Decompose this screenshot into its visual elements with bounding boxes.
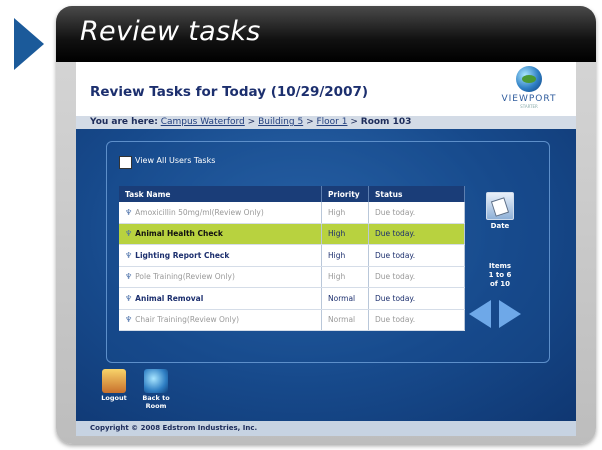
column-header-status[interactable]: Status bbox=[368, 186, 465, 202]
app-window: Review tasks Review Tasks for Today (10/… bbox=[56, 6, 596, 444]
task-name: Chair Training(Review Only) bbox=[135, 315, 240, 325]
breadcrumb-separator: > bbox=[247, 117, 256, 127]
view-all-users-checkbox[interactable] bbox=[119, 156, 132, 169]
back-label-line1: Back to bbox=[142, 394, 170, 402]
back-to-room-button[interactable]: Back to Room bbox=[136, 369, 176, 410]
globe-icon bbox=[144, 369, 168, 393]
tasks-panel: View All Users Tasks Task Name Priority … bbox=[106, 141, 550, 363]
task-name-cell: ♆ Pole Training(Review Only) bbox=[119, 266, 322, 288]
task-name-cell: ♆ Animal Health Check bbox=[119, 223, 322, 245]
items-total: of 10 bbox=[489, 280, 511, 288]
logout-icon bbox=[102, 369, 126, 393]
task-name-cell: ♆ Animal Removal bbox=[119, 287, 322, 310]
copyright-text: Copyright © 2008 Edstrom Industries, Inc… bbox=[90, 424, 258, 432]
app-screen: Review Tasks for Today (10/29/2007) VIEW… bbox=[76, 62, 576, 436]
task-icon: ♆ bbox=[125, 293, 133, 303]
breadcrumb-label: You are here: bbox=[90, 117, 158, 127]
next-page-arrow-icon[interactable] bbox=[499, 300, 521, 328]
task-name: Animal Health Check bbox=[135, 229, 223, 239]
breadcrumb-container: You are here: Campus Waterford > Buildin… bbox=[90, 117, 411, 127]
priority-cell: High bbox=[321, 202, 369, 224]
task-icon: ♆ bbox=[125, 207, 133, 217]
task-name: Pole Training(Review Only) bbox=[135, 272, 235, 282]
table-row[interactable]: ♆ Amoxicillin 50mg/ml(Review Only) High D… bbox=[119, 202, 465, 224]
task-name: Lighting Report Check bbox=[135, 250, 230, 260]
task-icon: ♆ bbox=[125, 272, 133, 282]
task-name-cell: ♆ Amoxicillin 50mg/ml(Review Only) bbox=[119, 202, 322, 224]
table-header-row: Task Name Priority Status bbox=[119, 186, 465, 202]
breadcrumb-building-link[interactable]: Building 5 bbox=[258, 117, 303, 127]
task-icon: ♆ bbox=[125, 229, 133, 239]
title-bar: Review tasks bbox=[56, 6, 596, 62]
priority-cell: High bbox=[321, 244, 369, 267]
column-header-task-name[interactable]: Task Name bbox=[119, 186, 322, 202]
table-row[interactable]: ♆ Pole Training(Review Only) High Due tod… bbox=[119, 266, 465, 288]
table-row[interactable]: ♆ Lighting Report Check High Due today. bbox=[119, 244, 465, 267]
date-sort-button[interactable]: Date bbox=[481, 192, 519, 230]
status-cell: Due today. bbox=[368, 202, 465, 224]
page-header: Review Tasks for Today (10/29/2007) VIEW… bbox=[76, 62, 576, 118]
column-header-priority[interactable]: Priority bbox=[321, 186, 369, 202]
table-row-selected[interactable]: ♆ Animal Health Check High Due today. bbox=[119, 223, 465, 245]
logo-wordmark: VIEWPORT bbox=[501, 94, 557, 104]
logout-label: Logout bbox=[101, 394, 127, 402]
breadcrumb-current-room: Room 103 bbox=[360, 117, 412, 127]
logo-tagline: STARTER bbox=[520, 104, 538, 109]
page-title: Review Tasks for Today (10/29/2007) bbox=[90, 84, 369, 100]
breadcrumb-floor-link[interactable]: Floor 1 bbox=[316, 117, 347, 127]
table-row[interactable]: ♆ Chair Training(Review Only) Normal Due … bbox=[119, 309, 465, 331]
breadcrumb-separator: > bbox=[350, 117, 358, 127]
logout-button[interactable]: Logout bbox=[94, 369, 134, 402]
status-cell: Due today. bbox=[368, 266, 465, 288]
table-row[interactable]: ♆ Animal Removal Normal Due today. bbox=[119, 287, 465, 310]
main-content: View All Users Tasks Task Name Priority … bbox=[76, 129, 576, 421]
items-line: Items bbox=[488, 262, 512, 270]
status-cell: Due today. bbox=[368, 223, 465, 245]
breadcrumb-campus-link[interactable]: Campus Waterford bbox=[161, 117, 245, 127]
view-all-users-label[interactable]: View All Users Tasks bbox=[135, 156, 215, 165]
items-range: 1 to 6 bbox=[488, 271, 512, 279]
task-icon: ♆ bbox=[125, 315, 133, 325]
previous-page-arrow-icon[interactable] bbox=[469, 300, 491, 328]
items-count: Items 1 to 6 of 10 bbox=[479, 262, 521, 289]
back-label-line2: Room bbox=[145, 402, 167, 410]
globe-icon bbox=[516, 66, 542, 92]
priority-cell: Normal bbox=[321, 309, 369, 331]
viewport-logo: VIEWPORT STARTER bbox=[492, 66, 566, 114]
priority-cell: High bbox=[321, 223, 369, 245]
pagination bbox=[469, 300, 529, 328]
play-arrow-icon bbox=[14, 18, 44, 70]
task-name-cell: ♆ Chair Training(Review Only) bbox=[119, 309, 322, 331]
tasks-table: Task Name Priority Status ♆ Amoxicillin 5… bbox=[119, 186, 465, 331]
footer: Copyright © 2008 Edstrom Industries, Inc… bbox=[76, 421, 576, 436]
breadcrumb: You are here: Campus Waterford > Buildin… bbox=[76, 116, 576, 129]
priority-cell: High bbox=[321, 266, 369, 288]
status-cell: Due today. bbox=[368, 244, 465, 267]
status-cell: Due today. bbox=[368, 287, 465, 310]
calendar-icon bbox=[486, 192, 514, 220]
date-label: Date bbox=[490, 222, 510, 230]
task-icon: ♆ bbox=[125, 250, 133, 260]
priority-cell: Normal bbox=[321, 287, 369, 310]
status-cell: Due today. bbox=[368, 309, 465, 331]
task-name-cell: ♆ Lighting Report Check bbox=[119, 244, 322, 267]
window-title: Review tasks bbox=[80, 16, 261, 47]
task-name: Amoxicillin 50mg/ml(Review Only) bbox=[135, 207, 264, 217]
breadcrumb-separator: > bbox=[306, 117, 314, 127]
task-name: Animal Removal bbox=[135, 293, 204, 303]
